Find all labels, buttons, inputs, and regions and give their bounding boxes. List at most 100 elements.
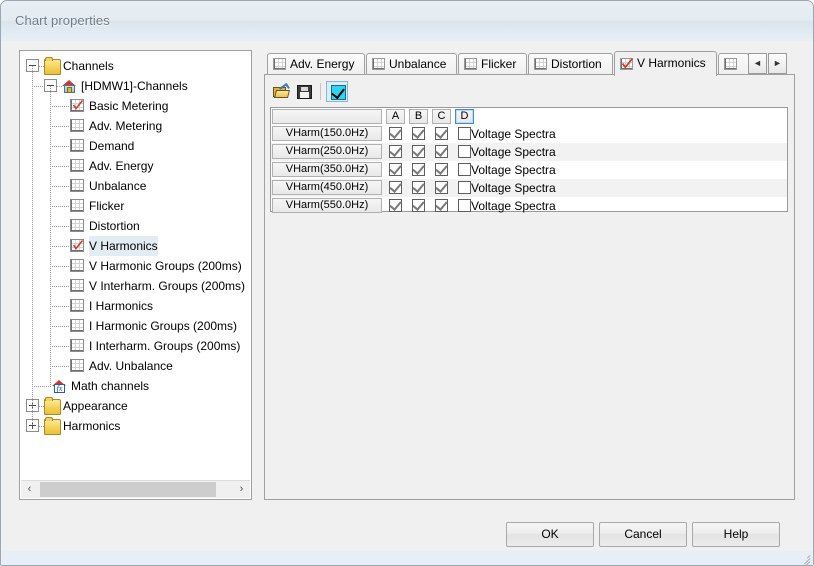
grid-column-header-d[interactable]: D: [455, 109, 474, 124]
tree-item-label: [HDMW1]-Channels: [81, 76, 188, 96]
harmonics-grid[interactable]: ABCDVHarm(150.0Hz)Voltage SpectraVHarm(2…: [270, 107, 788, 212]
grid-checkbox-a[interactable]: [389, 199, 402, 212]
tab-chart-icon: [534, 58, 547, 70]
folder-icon: [44, 419, 61, 435]
grid-checkbox-c[interactable]: [435, 127, 448, 140]
scrollbar-thumb[interactable]: [40, 482, 216, 497]
grid-cell-description: Voltage Spectra: [471, 181, 556, 195]
tab-distortion[interactable]: Distortion: [528, 53, 613, 75]
chart-icon: [70, 159, 84, 172]
checkbox-icon: [331, 85, 346, 100]
tree-connector: [32, 86, 44, 87]
tab-v-harmonics[interactable]: V Harmonics: [614, 51, 717, 76]
save-icon: [297, 85, 312, 99]
chart-icon: [70, 119, 84, 132]
tree-item-label: I Harmonics: [89, 296, 153, 316]
help-button[interactable]: Help: [692, 522, 780, 547]
grid-row[interactable]: VHarm(250.0Hz) Voltage Spectra: [271, 143, 787, 161]
tree-connector: [39, 66, 44, 67]
tree-item-label: Distortion: [89, 216, 140, 236]
grid-row[interactable]: VHarm(450.0Hz) Voltage Spectra: [271, 179, 787, 197]
grid-checkbox-d[interactable]: [458, 145, 471, 158]
window-title: Chart properties: [15, 13, 110, 28]
ok-button[interactable]: OK: [506, 522, 594, 547]
grid-checkbox-b[interactable]: [412, 127, 425, 140]
grid-column-header-c[interactable]: C: [432, 109, 451, 124]
grid-checkbox-b[interactable]: [412, 199, 425, 212]
tree-connector: [50, 166, 70, 167]
tree-connector: [50, 346, 70, 347]
tree-item-label: Channels: [63, 56, 114, 76]
tab-chart-icon: [372, 58, 385, 70]
grid-checkbox-a[interactable]: [389, 163, 402, 176]
grid-checkbox-d[interactable]: [458, 181, 471, 194]
channel-tree[interactable]: Channels[HDMW1]-ChannelsBasic MeteringAd…: [20, 51, 252, 481]
tree-item-label: V Harmonic Groups (200ms): [89, 256, 242, 276]
grid-row[interactable]: VHarm(350.0Hz)Voltage Spectra: [271, 161, 787, 179]
grid-checkbox-d[interactable]: [458, 199, 471, 212]
status-strip: [2, 551, 814, 565]
grid-cell-name[interactable]: VHarm(450.0Hz): [272, 180, 382, 195]
scroll-left-arrow[interactable]: ‹: [21, 481, 38, 498]
grid-cell-name[interactable]: VHarm(550.0Hz): [272, 198, 382, 213]
chart-icon: [70, 339, 84, 352]
grid-checkbox-a[interactable]: [389, 181, 402, 194]
tree-horizontal-scrollbar[interactable]: ‹ ›: [21, 480, 250, 498]
folder-icon: [44, 399, 61, 415]
grid-checkbox-a[interactable]: [389, 145, 402, 158]
tab-unbalance[interactable]: Unbalance: [366, 53, 457, 75]
tree-connector: [50, 206, 70, 207]
tree-item-label: V Interharm. Groups (200ms): [89, 276, 245, 296]
grid-checkbox-c[interactable]: [435, 181, 448, 194]
tree-connector: [39, 406, 44, 407]
scroll-right-arrow[interactable]: ›: [233, 481, 250, 498]
tab-chart-checked-icon: [620, 58, 633, 70]
tree-item-label: Adv. Energy: [89, 156, 153, 176]
tree-item-label: Unbalance: [89, 176, 146, 196]
tree-connector: [50, 366, 70, 367]
tree-item-label: Demand: [89, 136, 134, 156]
tree-connector: [39, 426, 44, 427]
tab-adv-energy[interactable]: Adv. Energy: [267, 53, 365, 75]
grid-checkbox-b[interactable]: [412, 181, 425, 194]
grid-column-header-a[interactable]: A: [386, 109, 405, 124]
tree-connector: [50, 326, 70, 327]
chart-icon: [70, 259, 84, 272]
grid-checkbox-c[interactable]: [435, 163, 448, 176]
grid-cell-name[interactable]: VHarm(350.0Hz): [272, 162, 382, 177]
select-all-button[interactable]: [326, 81, 348, 102]
save-button[interactable]: [294, 81, 316, 102]
grid-header-row: ABCD: [271, 108, 787, 125]
tree-connector: [32, 66, 33, 426]
open-button[interactable]: [270, 81, 292, 102]
channel-tree-panel[interactable]: Channels[HDMW1]-ChannelsBasic MeteringAd…: [19, 50, 252, 500]
grid-checkbox-c[interactable]: [435, 145, 448, 158]
chart-icon: [70, 139, 84, 152]
tab-partial-next[interactable]: [718, 53, 749, 75]
chart-icon: [70, 319, 84, 332]
tab-label: Unbalance: [389, 57, 446, 71]
grid-checkbox-d[interactable]: [458, 127, 471, 140]
grid-checkbox-b[interactable]: [412, 163, 425, 176]
grid-checkbox-c[interactable]: [435, 199, 448, 212]
chart-icon: [70, 279, 84, 292]
tab-scroll-next-button[interactable]: ►: [768, 53, 787, 74]
grid-cell-name[interactable]: VHarm(250.0Hz): [272, 144, 382, 159]
grid-checkbox-a[interactable]: [389, 127, 402, 140]
grid-row[interactable]: VHarm(150.0Hz)Voltage Spectra: [271, 125, 787, 143]
grid-cell-name[interactable]: VHarm(150.0Hz): [272, 126, 382, 141]
grid-column-header-b[interactable]: B: [409, 109, 428, 124]
tab-scroll-prev-button[interactable]: ◄: [748, 53, 767, 74]
grid-toolbar[interactable]: [270, 79, 350, 104]
tree-item-label: Harmonics: [63, 416, 120, 436]
grid-checkbox-d[interactable]: [458, 163, 471, 176]
resize-grip[interactable]: [797, 550, 810, 563]
tab-strip[interactable]: Adv. Energy Unbalance FlickerDistortion V H…: [264, 50, 795, 75]
grid-row[interactable]: VHarm(550.0Hz)Voltage Spectra: [271, 197, 787, 215]
tree-item-label: I Harmonic Groups (200ms): [89, 316, 237, 336]
grid-cell-description: Voltage Spectra: [471, 145, 556, 159]
tab-flicker[interactable]: Flicker: [458, 53, 527, 75]
cancel-button[interactable]: Cancel: [599, 522, 687, 547]
grid-checkbox-b[interactable]: [412, 145, 425, 158]
tab-label: V Harmonics: [637, 56, 706, 70]
